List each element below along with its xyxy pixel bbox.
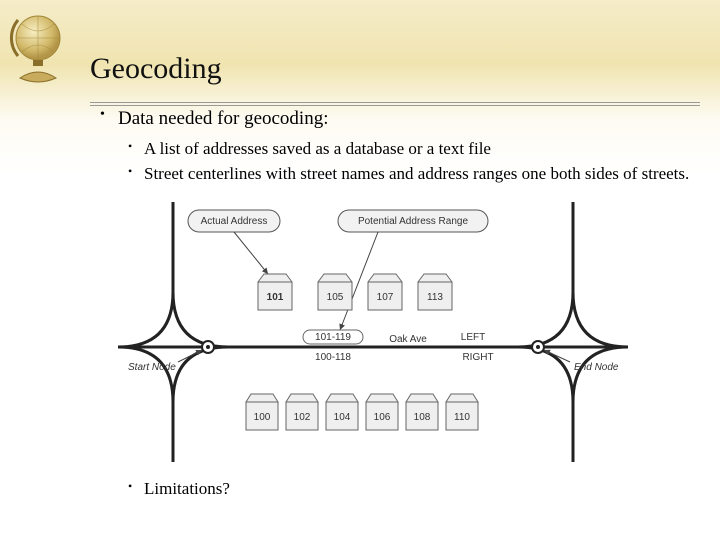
svg-text:102: 102 <box>294 412 311 423</box>
house-bottom-3: 104 <box>326 394 358 430</box>
bullet-sub-2: Street centerlines with street names and… <box>128 163 690 186</box>
svg-text:110: 110 <box>454 412 470 423</box>
street-name-text: Oak Ave <box>389 334 427 345</box>
house-top-2: 107 <box>368 274 402 310</box>
house-top-2-num: 107 <box>377 292 394 303</box>
leader-start <box>178 350 202 362</box>
start-node-label: Start Node <box>128 362 176 373</box>
house-bottom-5: 108 <box>406 394 438 430</box>
slide-body: Data needed for geocoding: A list of add… <box>100 102 690 503</box>
geocoding-diagram: Actual Address Potential Address Range 1… <box>118 202 628 462</box>
svg-text:108: 108 <box>414 412 431 423</box>
bullet-sub-3: Limitations? <box>128 478 690 501</box>
bullet-main: Data needed for geocoding: <box>100 106 690 132</box>
globe-icon <box>5 8 75 98</box>
svg-text:106: 106 <box>374 412 391 423</box>
start-node-dot <box>206 345 210 349</box>
bullet-sub-1: A list of addresses saved as a database … <box>128 138 690 161</box>
svg-text:104: 104 <box>334 412 351 423</box>
slide-title: Geocoding <box>90 52 222 86</box>
slide: Geocoding Data needed for geocoding: A l… <box>0 0 720 540</box>
label-potential-range: Potential Address Range <box>358 216 469 227</box>
house-actual-num: 101 <box>267 292 284 303</box>
house-top-1-num: 105 <box>327 292 344 303</box>
arrow-actual <box>234 232 268 274</box>
house-top-3: 113 <box>418 274 452 310</box>
house-bottom-4: 106 <box>366 394 398 430</box>
house-top-3-num: 113 <box>427 292 443 303</box>
house-bottom-6: 110 <box>446 394 478 430</box>
svg-text:100: 100 <box>254 412 271 423</box>
end-node-label: End Node <box>574 362 619 373</box>
house-bottom-1: 100 <box>246 394 278 430</box>
house-actual: 101 <box>258 274 292 310</box>
house-top-1: 105 <box>318 274 352 310</box>
label-actual-address: Actual Address <box>201 216 268 227</box>
left-label: LEFT <box>461 332 485 343</box>
house-bottom-2: 102 <box>286 394 318 430</box>
bottom-houses: 100 102 104 106 108 110 <box>246 394 478 430</box>
right-label: RIGHT <box>462 352 493 363</box>
range-bottom-text: 100-118 <box>315 352 351 363</box>
end-node-dot <box>536 345 540 349</box>
range-top-text: 101-119 <box>315 332 351 343</box>
